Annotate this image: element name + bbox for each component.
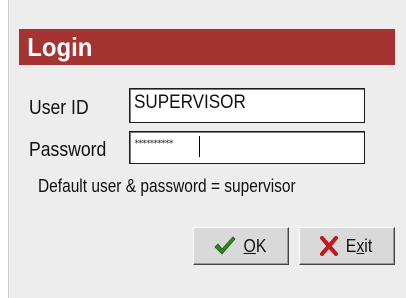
x-icon — [319, 236, 338, 256]
dialog-title: Login — [27, 31, 93, 62]
user-id-label: User ID — [29, 97, 89, 119]
ok-button[interactable]: OK — [193, 227, 289, 265]
login-dialog: Login User ID SUPERVISOR Password ******… — [8, 0, 406, 298]
exit-label: Exit — [345, 235, 373, 256]
user-id-value: SUPERVISOR — [134, 92, 246, 113]
text-caret — [199, 136, 200, 157]
password-label: Password — [29, 139, 107, 161]
title-bar: Login — [19, 29, 395, 65]
ok-label: OK — [243, 235, 267, 256]
checkmark-icon — [214, 236, 236, 256]
default-credentials-hint: Default user & password = supervisor — [38, 176, 296, 196]
exit-button[interactable]: Exit — [299, 227, 395, 265]
password-field[interactable]: ********** — [129, 131, 365, 164]
password-mask: ********** — [134, 139, 174, 149]
user-id-field[interactable]: SUPERVISOR — [129, 88, 365, 123]
